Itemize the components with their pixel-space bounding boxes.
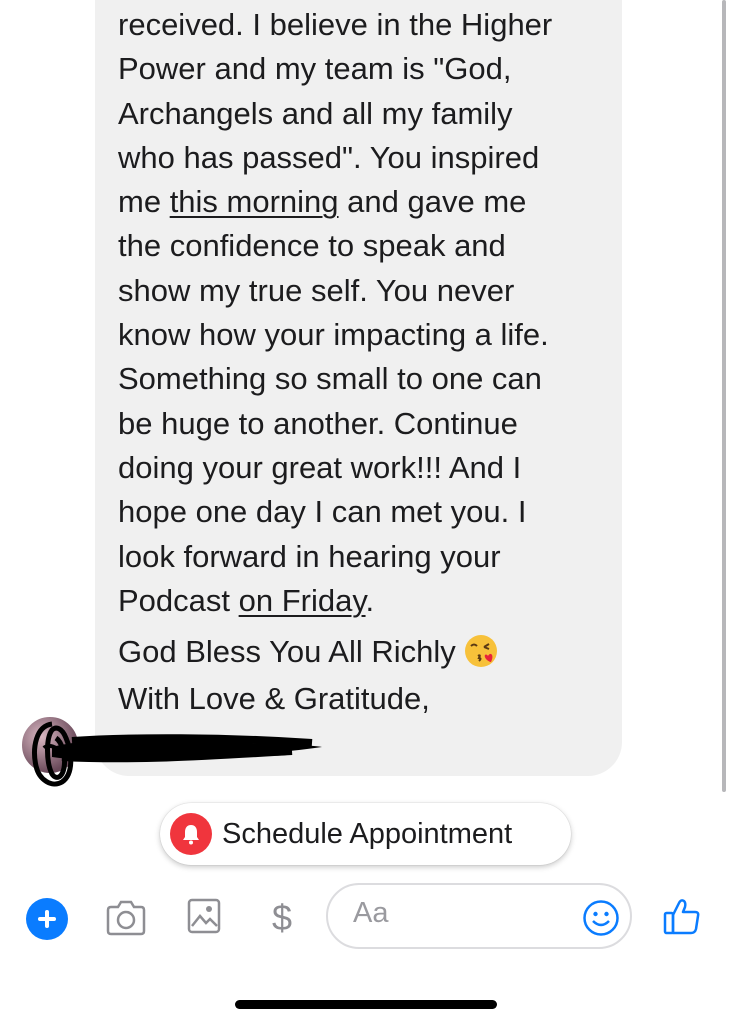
kissing-face-icon — [464, 635, 497, 667]
message-line: received. I believe in the Higher — [118, 7, 553, 42]
camera-icon[interactable] — [104, 898, 148, 938]
message-line: look forward in hearing your — [118, 538, 501, 574]
message-line: me this morning and gave me — [118, 180, 608, 224]
signoff-line: With Love & Gratitude, — [118, 681, 430, 716]
closing-text: God Bless You All Richly — [118, 634, 456, 669]
message-line: who has passed". You inspired — [118, 139, 540, 175]
schedule-appointment-button[interactable]: Schedule Appointment — [160, 803, 571, 865]
avatar-redaction-scribble — [32, 721, 74, 787]
message-line: hope one day I can met you. I — [118, 494, 527, 530]
message-text: received. I believe in the Higher Power … — [118, 3, 608, 623]
image-icon[interactable] — [186, 896, 222, 936]
schedule-appointment-label: Schedule Appointment — [222, 817, 513, 850]
message-line: show my true self. You never — [118, 272, 515, 308]
message-line: Power and my team is "God, — [118, 51, 512, 87]
message-line: doing your great work!!! And I — [118, 449, 522, 485]
message-line: the confidence to speak and — [118, 228, 506, 264]
message-line: know how your impacting a life. — [118, 317, 549, 353]
message-line: Podcast on Friday. — [118, 579, 608, 623]
home-indicator[interactable] — [235, 1000, 497, 1009]
date-link-this-morning[interactable]: this morning — [170, 184, 339, 219]
scrollbar[interactable] — [722, 0, 726, 792]
smiley-icon[interactable] — [582, 899, 620, 937]
closing-line: God Bless You All Richly — [118, 630, 608, 674]
text-span: and gave me — [338, 184, 527, 220]
text-span: . — [365, 582, 375, 618]
text-span: me — [118, 184, 170, 220]
plus-icon[interactable] — [26, 898, 68, 940]
text-span: Podcast — [118, 582, 239, 618]
thumbs-up-icon[interactable] — [662, 896, 702, 936]
message-input[interactable]: Aa — [326, 883, 632, 949]
message-line: Archangels and all my family — [118, 95, 513, 131]
message-input-placeholder: Aa — [353, 897, 389, 929]
bell-icon — [170, 813, 212, 855]
dollar-icon[interactable]: $ — [264, 893, 300, 943]
date-link-on-friday[interactable]: on Friday — [239, 583, 366, 618]
message-line: Something so small to one can — [118, 361, 542, 397]
message-line: be huge to another. Continue — [118, 405, 518, 441]
